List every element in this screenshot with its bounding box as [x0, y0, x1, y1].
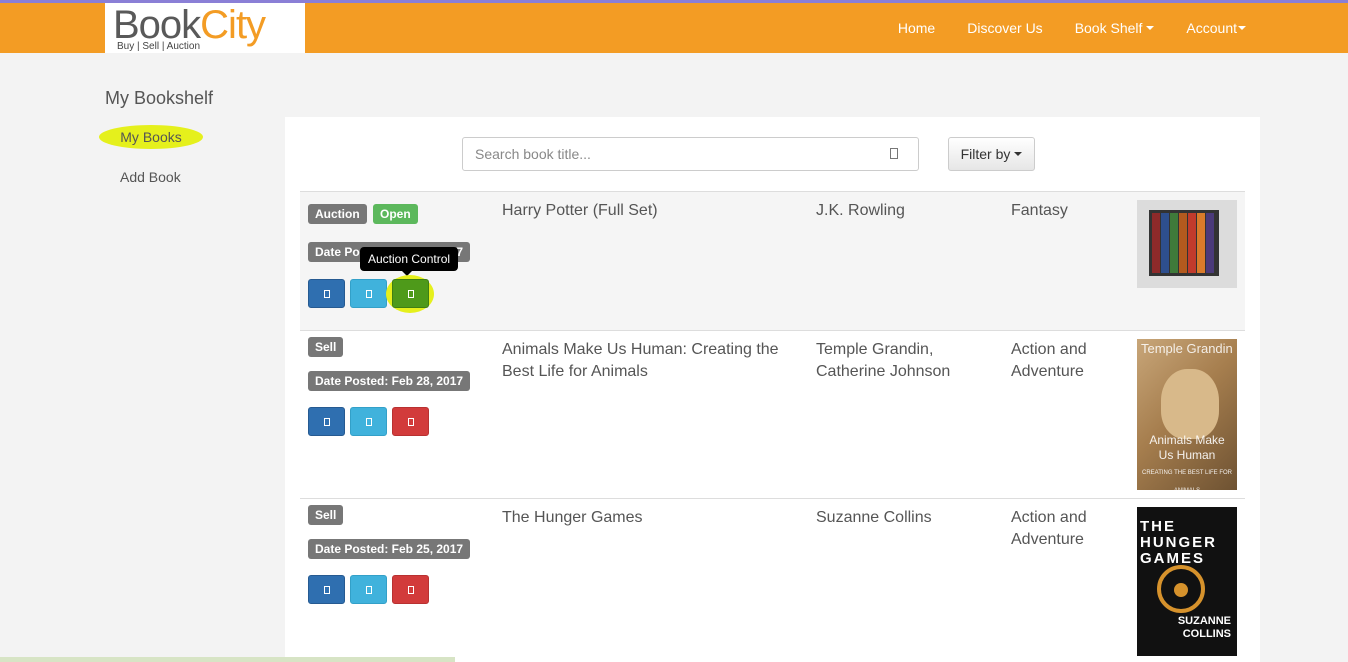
search-input[interactable]: [463, 138, 883, 170]
cover-title: THE HUNGER GAMES: [1140, 518, 1218, 567]
nav-account-dropdown[interactable]: Account: [1186, 20, 1246, 36]
navbar: BookCity Buy | Sell | Auction Home Disco…: [0, 3, 1348, 53]
book-spine: [1206, 213, 1214, 273]
search-box: [462, 137, 919, 171]
nav-bookshelf-label: Book Shelf: [1074, 20, 1143, 36]
view-button[interactable]: [308, 575, 345, 604]
sidebar-item-add-book[interactable]: Add Book: [120, 169, 181, 185]
book-spine: [1179, 213, 1187, 273]
book-genre: Fantasy: [1011, 202, 1068, 219]
auction-control-button[interactable]: [392, 279, 429, 308]
book-cover-image: THE HUNGER GAMES SUZANNE COLLINS: [1137, 507, 1237, 656]
bottom-progress-strip: [0, 657, 455, 662]
book-cover-image: Temple Grandin Animals Make Us Human CREA…: [1137, 339, 1237, 490]
book-row: Sell Date Posted: Feb 25, 2017 The Hunge…: [300, 498, 1245, 662]
book-row: Auction Open Date Posted: Mar 05, 2017 A…: [300, 191, 1245, 330]
book-title: The Hunger Games: [502, 509, 643, 526]
edit-button[interactable]: [350, 407, 387, 436]
delete-button[interactable]: [392, 575, 429, 604]
delete-button[interactable]: [392, 407, 429, 436]
book-author: Temple Grandin, Catherine Johnson: [816, 341, 951, 380]
gavel-icon: [407, 289, 414, 298]
view-icon: [323, 417, 330, 426]
edit-button[interactable]: [350, 279, 387, 308]
logo-tagline: Buy | Sell | Auction: [117, 41, 201, 52]
edit-icon: [365, 289, 372, 298]
tooltip: Auction Control: [360, 247, 459, 271]
cover-subtitle: CREATING THE BEST LIFE FOR ANIMALS: [1142, 470, 1233, 490]
sidebar-title: My Bookshelf: [105, 88, 214, 108]
nav-links: Home Discover Us Book Shelf Account: [866, 3, 1246, 53]
nav-discover-label: Discover Us: [967, 20, 1043, 36]
logo-city: City: [200, 3, 266, 47]
book-spine: [1170, 213, 1178, 273]
cover-title: Animals Make Us Human CREATING THE BEST L…: [1142, 433, 1232, 490]
view-button[interactable]: [308, 407, 345, 436]
book-title: Harry Potter (Full Set): [502, 202, 658, 219]
view-button[interactable]: [308, 279, 345, 308]
trash-icon: [407, 417, 414, 426]
nav-discover[interactable]: Discover Us: [967, 20, 1042, 36]
book-spine: [1152, 213, 1160, 273]
pin-center: [1174, 583, 1188, 597]
nav-home-label: Home: [897, 20, 936, 36]
mockingjay-pin-icon: [1157, 565, 1205, 613]
bookshelf-panel: Filter by Auction Open Date Posted: Mar …: [285, 117, 1260, 662]
edit-button[interactable]: [350, 575, 387, 604]
book-spine: [1197, 213, 1205, 273]
caret-down-icon: [1146, 26, 1155, 30]
sidebar-item-my-books[interactable]: My Books: [99, 125, 203, 149]
filter-label: Filter by: [960, 146, 1011, 162]
search-icon[interactable]: [890, 148, 898, 159]
cover-author: SUZANNE COLLINS: [1177, 615, 1231, 640]
cover-author: Temple Grandin: [1141, 341, 1233, 356]
book-title: Animals Make Us Human: Creating the Best…: [502, 341, 779, 380]
date-badge: Date Posted: Feb 28, 2017: [308, 371, 471, 391]
book-author: Suzanne Collins: [816, 509, 932, 526]
nav-home[interactable]: Home: [898, 20, 935, 36]
status-badge: Open: [373, 204, 418, 224]
book-author: J.K. Rowling: [816, 202, 905, 219]
nav-account-label: Account: [1186, 20, 1237, 36]
filter-button[interactable]: Filter by: [948, 137, 1035, 171]
type-badge: Sell: [308, 505, 344, 525]
logo-wordmark: BookCity: [113, 3, 266, 47]
edit-icon: [365, 585, 372, 594]
book-genre: Action and Adventure: [1011, 509, 1087, 548]
dog-illustration: [1161, 369, 1219, 439]
edit-icon: [365, 417, 372, 426]
type-badge: Auction: [308, 204, 367, 224]
caret-down-icon: [1238, 26, 1246, 30]
view-icon: [323, 585, 330, 594]
box-set-image: [1149, 210, 1219, 276]
type-badge: Sell: [308, 337, 344, 357]
logo[interactable]: BookCity Buy | Sell | Auction: [105, 3, 305, 53]
trash-icon: [407, 585, 414, 594]
book-genre: Action and Adventure: [1011, 341, 1087, 380]
nav-bookshelf-dropdown[interactable]: Book Shelf: [1075, 20, 1155, 36]
cover-title-text: Animals Make Us Human: [1149, 433, 1225, 462]
book-spine: [1161, 213, 1169, 273]
view-icon: [323, 289, 330, 298]
book-cover-image: [1137, 200, 1237, 288]
book-row: Sell Date Posted: Feb 28, 2017 Animals M…: [300, 330, 1245, 498]
date-badge: Date Posted: Feb 25, 2017: [308, 539, 471, 559]
caret-down-icon: [1014, 152, 1023, 156]
book-spine: [1188, 213, 1196, 273]
sidebar-item-label: My Books: [120, 129, 182, 145]
sidebar-item-label: Add Book: [120, 169, 181, 185]
